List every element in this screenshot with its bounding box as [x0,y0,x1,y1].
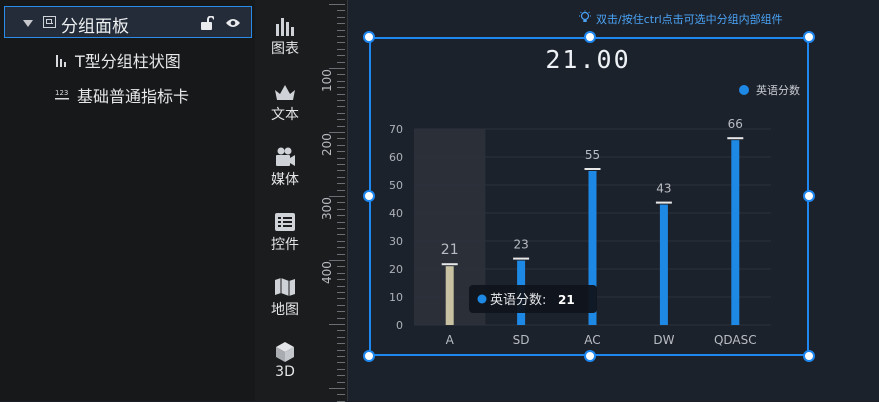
tool-label: 地图 [271,302,299,318]
component-toolbar: 图表 文本 媒体 控件 地图 3D [255,0,315,401]
tool-map[interactable]: 地图 [255,275,315,325]
map-icon [275,278,295,296]
visibility-eye-icon[interactable] [225,17,241,29]
editor-canvas[interactable]: 双击/按住ctrl点击可选中分组内部组件 21.00 0 10 20 30 40 50 60… [348,0,879,401]
expand-caret-icon[interactable] [23,20,33,27]
resize-handle-top-right[interactable] [803,31,815,43]
tool-label: 图表 [271,41,299,57]
ruler-label: 300 [320,197,334,220]
layer-item-label: T型分组柱状图 [75,52,181,71]
tool-control[interactable]: 控件 [255,210,315,260]
resize-handle-bottom-right[interactable] [803,350,815,362]
number-card-icon: 123 [55,89,69,100]
ruler-label: 400 [320,261,334,284]
group-label: 分组面板 [61,17,129,37]
bar-chart-icon [56,55,66,67]
resize-handle-left[interactable] [363,190,375,202]
svg-text:123: 123 [55,89,68,97]
resize-handle-top[interactable] [584,31,596,43]
tool-chart[interactable]: 图表 [255,14,315,64]
group-panel-icon [43,16,56,28]
vertical-ruler: 100 200 300 400 [315,0,348,402]
resize-handle-top-left[interactable] [363,31,375,43]
layer-item-indicator-card[interactable]: 123 基础普通指标卡 [55,83,189,109]
widget-icon [275,213,295,231]
ruler-label: 200 [320,133,334,156]
layer-panel: 分组面板 T型分组柱状图 123 基础普通指标卡 [0,0,255,401]
resize-handle-bottom[interactable] [584,350,596,362]
text-icon [275,85,295,100]
unlock-icon[interactable] [200,16,214,30]
tool-text[interactable]: 文本 [255,80,315,130]
tool-label: 媒体 [271,172,299,188]
layer-group-row[interactable]: 分组面板 [4,6,252,38]
selection-box[interactable] [369,37,809,356]
tool-media[interactable]: 媒体 [255,145,315,195]
tool-label: 控件 [271,237,299,253]
tool-3d[interactable]: 3D [255,340,315,390]
resize-handle-bottom-left[interactable] [363,350,375,362]
layer-item-bar-chart[interactable]: T型分组柱状图 [55,48,181,74]
tool-label: 文本 [271,107,299,123]
layer-item-label: 基础普通指标卡 [77,87,190,106]
chart-icon [276,18,294,36]
cube-icon [276,342,294,362]
ruler-label: 100 [320,69,334,92]
tool-label: 3D [275,364,295,380]
resize-handle-right[interactable] [803,190,815,202]
camera-icon [276,147,295,166]
